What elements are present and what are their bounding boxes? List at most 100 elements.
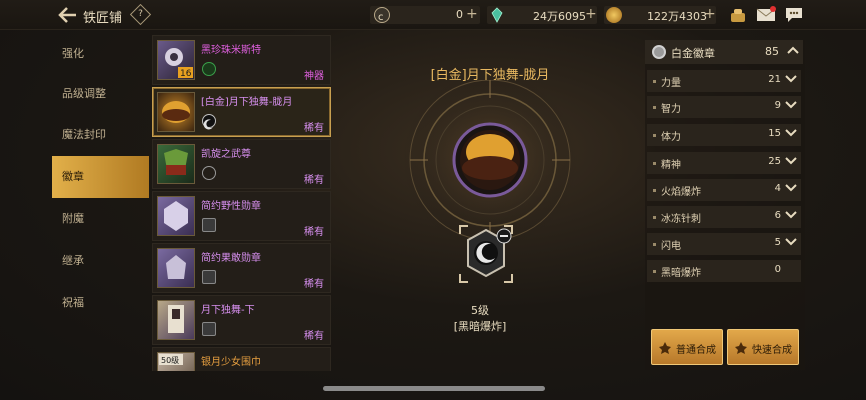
stat-row-strength[interactable]: 力量 21 (647, 70, 801, 92)
bullet-icon (653, 189, 656, 192)
stat-row-lightning[interactable]: 闪电 5 (647, 233, 801, 255)
stat-row-spirit[interactable]: 精神 25 (647, 152, 801, 174)
currency-value: 122万4303 (647, 10, 707, 23)
stats-panel: 白金徽章 85 力量 21 智力 9 体力 15 精神 25 火焰爆炸 4 冰冻… (645, 40, 805, 370)
menu-item-bless[interactable]: 祝福 (52, 282, 149, 324)
add-currency-button[interactable]: + (585, 6, 597, 22)
list-item[interactable]: 凯旋之武尊 稀有 (152, 139, 331, 189)
help-icon[interactable]: ? (129, 3, 152, 26)
svg-text:16: 16 (180, 69, 192, 79)
normal-synthesis-button[interactable]: 普通合成 (651, 329, 723, 365)
item-name: [白金]月下独舞-胧月 (201, 97, 293, 108)
page-title: 铁匠铺 (83, 11, 123, 26)
item-rarity: 稀有 (304, 279, 324, 290)
stat-row-dark-burst[interactable]: 黑暗爆炸 0 (647, 260, 801, 282)
bullet-icon (653, 270, 656, 273)
menu-item-enchant[interactable]: 附魔 (52, 198, 149, 240)
item-name: 凯旋之武尊 (201, 149, 251, 160)
item-name: 黑珍珠米斯特 (201, 45, 261, 56)
item-name: 月下独舞-下 (201, 305, 255, 316)
gold-coin-icon (606, 7, 622, 23)
hex-slot-icon (202, 218, 216, 232)
menu-item-inherit[interactable]: 继承 (52, 240, 149, 282)
bullet-icon (653, 162, 656, 165)
chevron-down-icon[interactable] (785, 73, 797, 86)
list-item[interactable]: 简约果敢勋章 稀有 (152, 243, 331, 293)
bullet-icon (653, 106, 656, 109)
item-thumbnail: 50级 (157, 352, 195, 371)
currency-value: 24万6095 (533, 10, 586, 23)
menu-item-enhance[interactable]: 强化 (52, 33, 149, 75)
emblem-slot[interactable] (458, 224, 514, 284)
list-item[interactable]: 简约野性勋章 稀有 (152, 191, 331, 241)
chat-icon[interactable] (784, 6, 804, 24)
menu-item-emblem[interactable]: 徽章 (52, 156, 149, 198)
platinum-emblem-icon (652, 45, 666, 59)
emblem-type: [黑暗爆炸] (453, 320, 507, 333)
item-rarity: 稀有 (304, 175, 324, 186)
synthesis-icon (658, 340, 672, 354)
hex-slot-icon (202, 270, 216, 284)
chevron-down-icon[interactable] (785, 127, 797, 140)
list-item-selected[interactable]: [白金]月下独舞-胧月 稀有 (152, 87, 331, 137)
green-crystal-icon (489, 7, 505, 23)
bullet-icon (653, 134, 656, 137)
back-arrow-icon[interactable] (58, 6, 78, 24)
svg-text:c: c (378, 12, 384, 23)
add-currency-button[interactable]: + (704, 6, 716, 22)
currency-c-coin: c 0 + (370, 6, 480, 24)
stat-row-intelligence[interactable]: 智力 9 (647, 96, 801, 118)
chevron-down-icon[interactable] (785, 236, 797, 249)
emblem-level: 5级 (471, 304, 489, 317)
svg-text:50级: 50级 (161, 355, 179, 365)
mail-icon[interactable] (756, 6, 776, 24)
cake-icon[interactable] (728, 6, 748, 24)
list-item[interactable]: 50级 银月少女围巾 (152, 347, 331, 371)
menu-item-magic-seal[interactable]: 魔法封印 (52, 114, 149, 156)
currency-gold: 122万4303 + (604, 6, 716, 24)
moon-slot-icon (202, 114, 216, 130)
hex-slot-icon (202, 322, 216, 336)
item-thumbnail (157, 144, 195, 184)
currency-value: 0 (456, 8, 463, 21)
green-gem-slot-icon (202, 62, 216, 76)
chevron-down-icon[interactable] (785, 182, 797, 195)
item-list: 16 黑珍珠米斯特 神器 [白金]月下独舞-胧月 稀有 凯旋之武尊 稀有 简约野… (150, 33, 333, 371)
stat-row-ice-needle[interactable]: 冰冻针刺 6 (647, 206, 801, 228)
item-rarity: 稀有 (304, 123, 324, 134)
chevron-down-icon[interactable] (785, 99, 797, 112)
empty-slot-icon (202, 166, 216, 180)
stats-header[interactable]: 白金徽章 85 (645, 40, 803, 64)
chevron-up-icon[interactable] (787, 45, 799, 58)
chevron-down-icon[interactable] (785, 209, 797, 222)
item-thumbnail (157, 300, 195, 340)
chevron-down-icon[interactable] (785, 155, 797, 168)
currency-crystal: 24万6095 + (487, 6, 597, 24)
bullet-icon (653, 243, 656, 246)
add-currency-button[interactable]: + (466, 6, 478, 22)
synthesis-icon (734, 340, 748, 354)
item-thumbnail (157, 248, 195, 288)
item-thumbnail: 16 (157, 40, 195, 80)
item-name: 银月少女围巾 (201, 357, 261, 368)
item-thumbnail (157, 92, 195, 132)
stats-header-label: 白金徽章 (671, 47, 715, 60)
menu-item-grade-adjust[interactable]: 品级调整 (52, 73, 149, 115)
home-indicator (323, 386, 545, 391)
function-menu: 强化 品级调整 魔法封印 徽章 附魔 继承 祝福 (52, 33, 149, 333)
item-name: 简约果敢勋章 (201, 253, 261, 264)
app: 铁匠铺 ? c 0 + 24万6095 + 122万4303 + 强化 品级调整… (0, 0, 866, 400)
item-thumbnail (157, 196, 195, 236)
stat-row-vitality[interactable]: 体力 15 (647, 124, 801, 146)
list-item[interactable]: 月下独舞-下 稀有 (152, 295, 331, 345)
c-coin-icon: c (374, 7, 390, 23)
bullet-icon (653, 80, 656, 83)
item-rarity: 稀有 (304, 331, 324, 342)
item-rarity: 稀有 (304, 227, 324, 238)
list-item[interactable]: 16 黑珍珠米斯特 神器 (152, 35, 331, 85)
quick-synthesis-button[interactable]: 快速合成 (727, 329, 799, 365)
stats-header-value: 85 (765, 45, 779, 58)
top-bar: 铁匠铺 ? c 0 + 24万6095 + 122万4303 + (0, 0, 866, 30)
stat-row-fire-burst[interactable]: 火焰爆炸 4 (647, 179, 801, 201)
bullet-icon (653, 216, 656, 219)
